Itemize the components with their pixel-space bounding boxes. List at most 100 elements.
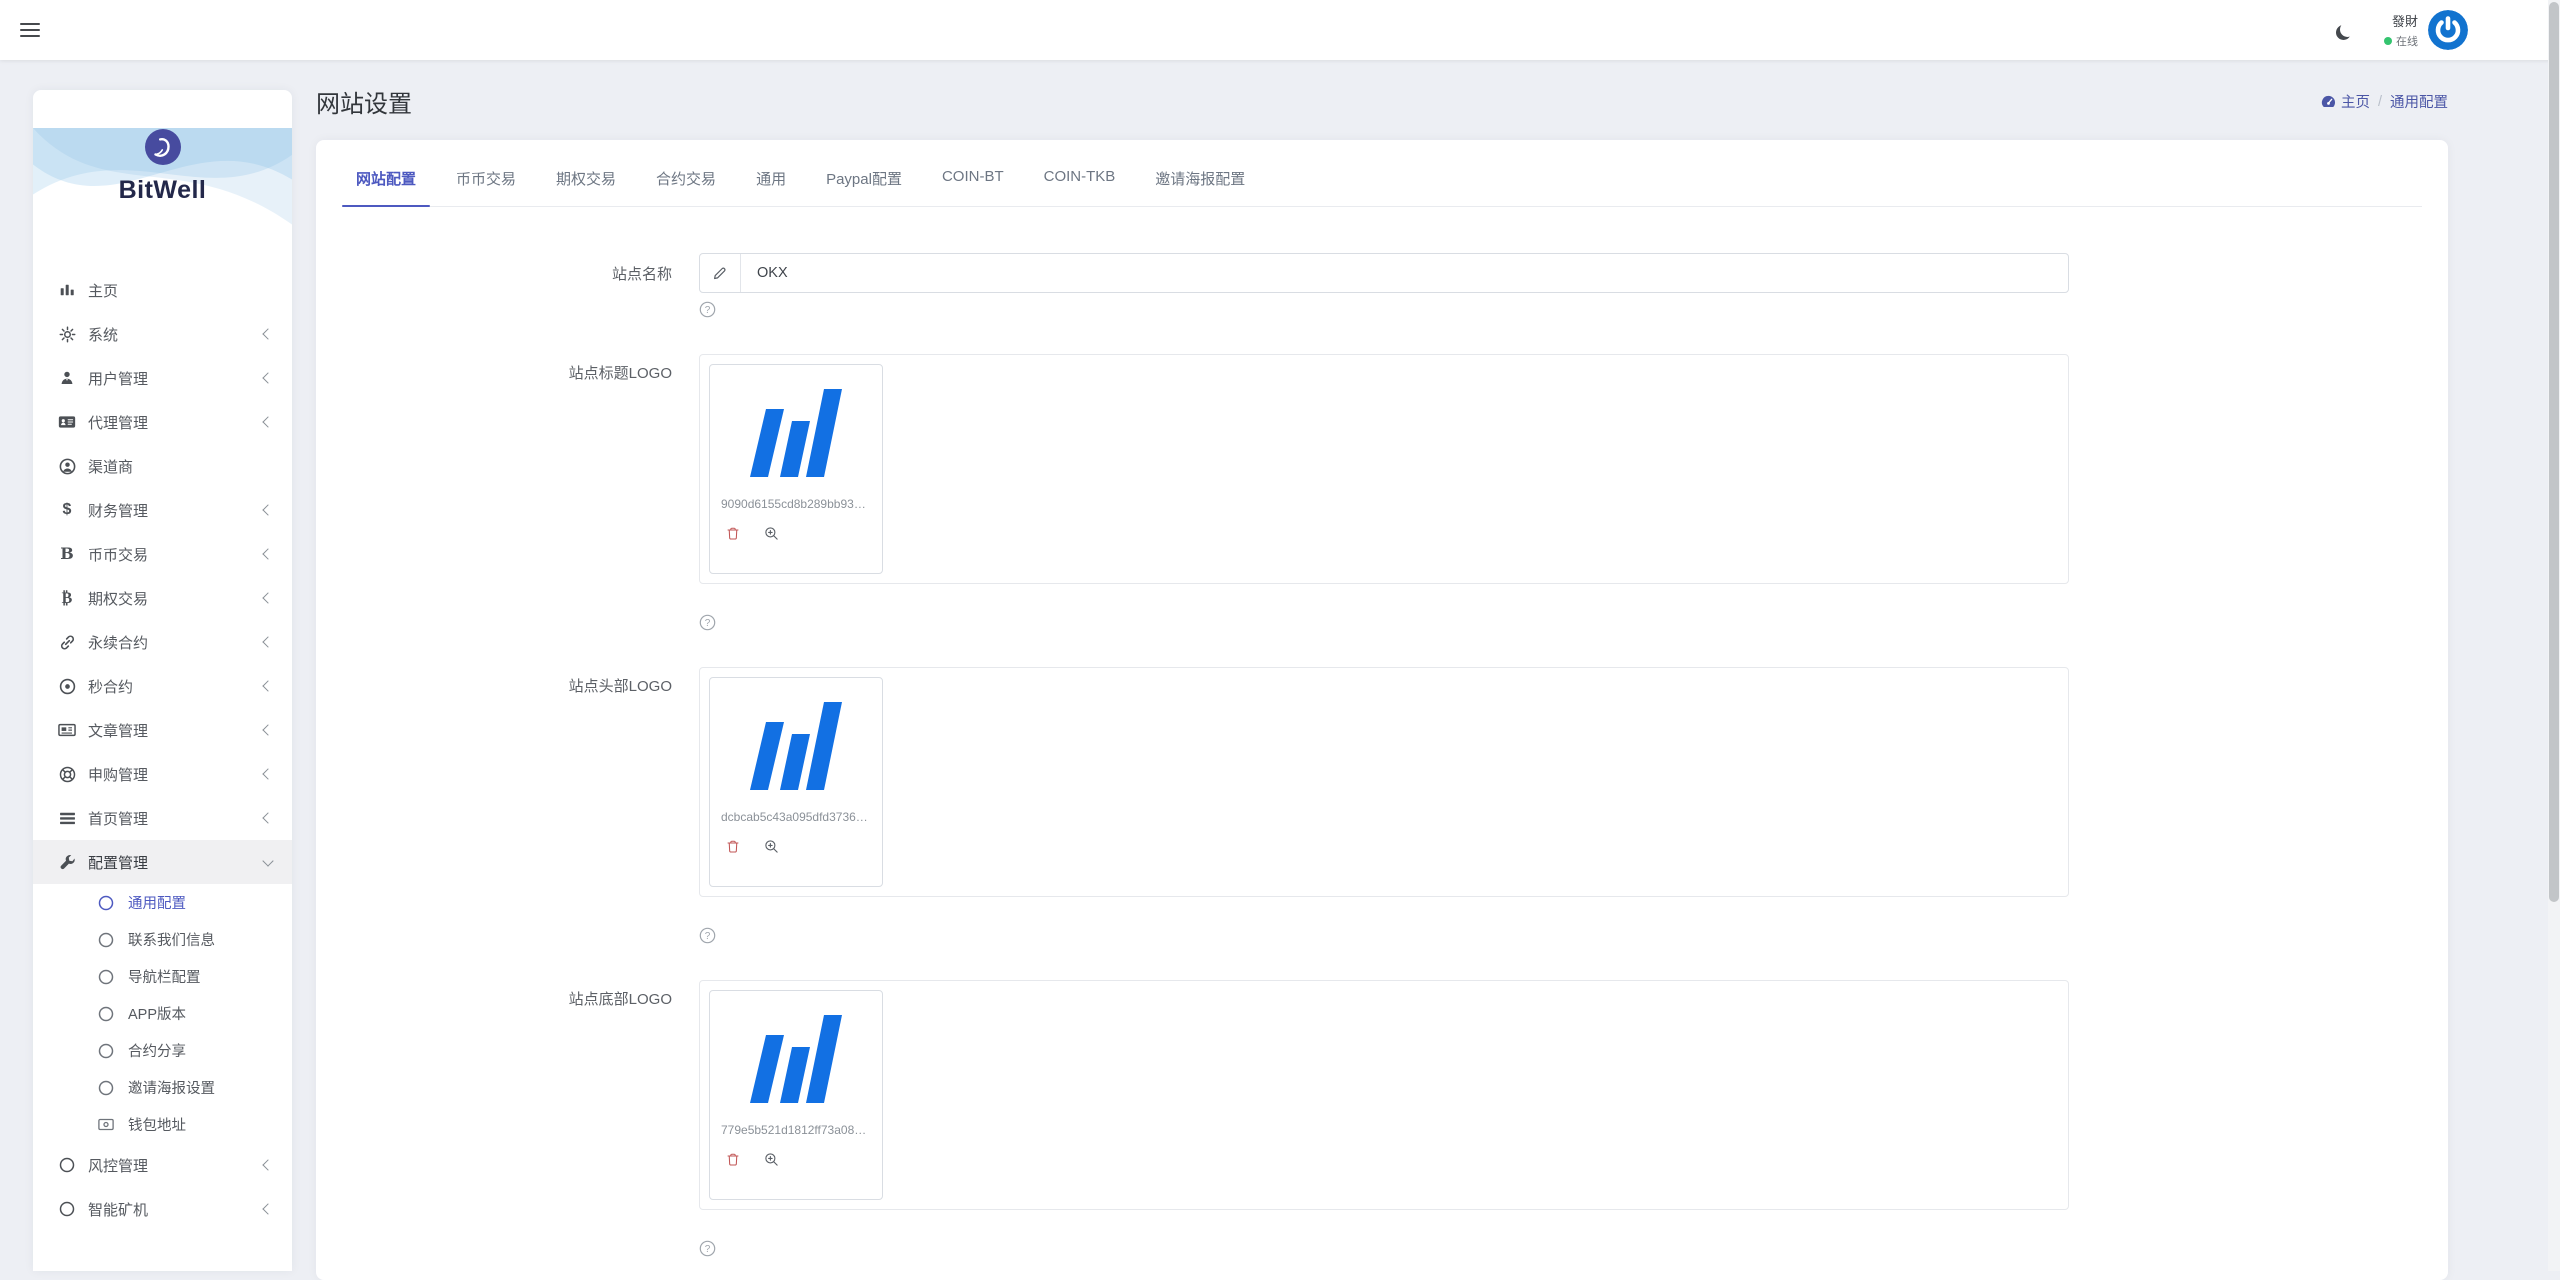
help-icon[interactable]: ? <box>699 927 716 944</box>
sidebar-item-12[interactable]: 首页管理 <box>33 796 292 840</box>
zoom-in-icon <box>764 526 779 541</box>
sidebar-subitem-4[interactable]: 合约分享 <box>33 1032 292 1069</box>
menu-toggle-button[interactable] <box>20 23 40 37</box>
circle-icon <box>98 969 114 985</box>
help-icon[interactable]: ? <box>699 614 716 631</box>
sidebar-item-7[interactable]: ₿ 期权交易 <box>33 576 292 620</box>
online-status-dot <box>2384 37 2392 45</box>
sidebar-item-14[interactable]: 风控管理 <box>33 1143 292 1187</box>
circle-icon <box>98 895 114 911</box>
circle-dot-icon <box>57 678 77 695</box>
id-card-icon <box>57 414 77 430</box>
logo-upload-card: 779e5b521d1812ff73a08de... <box>709 990 883 1200</box>
logo-upload-row: 站点标题LOGO 9090d6155cd8b289bb93e6... <box>342 354 2422 584</box>
sidebar-item-label: 财务管理 <box>88 500 264 521</box>
chevron-icon <box>262 416 273 427</box>
brand-name: BitWell <box>33 176 292 205</box>
sidebar-item-2[interactable]: 用户管理 <box>33 356 292 400</box>
sidebar-subitem-5[interactable]: 邀请海报设置 <box>33 1069 292 1106</box>
site-name-label: 站点名称 <box>342 263 699 284</box>
logo-filename: 9090d6155cd8b289bb93e6... <box>721 497 871 511</box>
tab-bar: 网站配置币币交易期权交易合约交易通用 Paypal配置 COIN-BT COIN-TK… <box>342 140 2422 207</box>
sidebar-item-13[interactable]: 配置管理 <box>33 840 292 884</box>
chevron-icon <box>262 1159 273 1170</box>
tab-3[interactable]: 合约交易 <box>642 168 730 206</box>
sidebar-menu: 主页 系统 用户管理 代理管理 渠道商 $ 财务管理 B 币币交易 ₿ 期权交易… <box>33 246 292 1231</box>
trash-icon <box>726 839 740 854</box>
site-logo-image <box>746 1011 846 1107</box>
preview-logo-button[interactable] <box>764 1152 779 1167</box>
sidebar-subitem-0[interactable]: 通用配置 <box>33 884 292 921</box>
delete-logo-button[interactable] <box>726 526 740 541</box>
circle-icon <box>98 1080 114 1096</box>
sidebar-item-0[interactable]: 主页 <box>33 268 292 312</box>
tab-4[interactable]: 通用 <box>742 168 800 206</box>
avatar[interactable] <box>2428 10 2468 50</box>
chevron-icon <box>262 592 273 603</box>
sidebar-item-5[interactable]: $ 财务管理 <box>33 488 292 532</box>
sidebar-subitem-2[interactable]: 导航栏配置 <box>33 958 292 995</box>
page-scrollbar-thumb[interactable] <box>2549 2 2559 902</box>
chevron-icon <box>262 768 273 779</box>
sidebar-subitem-6[interactable]: 钱包地址 <box>33 1106 292 1143</box>
topbar: 發財 在线 <box>0 0 2560 60</box>
logo-upload-row: 站点头部LOGO dcbcab5c43a095dfd373644... <box>342 667 2422 897</box>
logo-filename: dcbcab5c43a095dfd373644... <box>721 810 871 824</box>
sidebar-subitem-1[interactable]: 联系我们信息 <box>33 921 292 958</box>
chevron-icon <box>262 855 273 866</box>
sidebar-item-3[interactable]: 代理管理 <box>33 400 292 444</box>
preview-logo-button[interactable] <box>764 526 779 541</box>
gear-icon <box>57 326 77 343</box>
dollar-icon: $ <box>57 502 77 518</box>
chevron-icon <box>262 328 273 339</box>
circle-icon <box>98 932 114 948</box>
tab-6[interactable]: COIN-BT <box>928 168 1018 206</box>
delete-logo-button[interactable] <box>726 839 740 854</box>
sidebar-item-1[interactable]: 系统 <box>33 312 292 356</box>
sidebar-item-4[interactable]: 渠道商 <box>33 444 292 488</box>
breadcrumb-home-link[interactable]: 主页 <box>2321 91 2370 112</box>
sidebar-item-9[interactable]: 秒合约 <box>33 664 292 708</box>
delete-logo-button[interactable] <box>726 1152 740 1167</box>
tab-1[interactable]: 币币交易 <box>442 168 530 206</box>
tab-8[interactable]: 邀请海报配置 <box>1141 168 1259 206</box>
tab-7[interactable]: COIN-TKB <box>1030 168 1130 206</box>
sidebar-item-8[interactable]: 永续合约 <box>33 620 292 664</box>
logo-label: 站点标题LOGO <box>342 354 699 584</box>
chevron-icon <box>262 372 273 383</box>
sidebar-subitem-label: APP版本 <box>128 1003 186 1024</box>
wrench-icon <box>57 854 77 871</box>
sidebar-item-10[interactable]: 文章管理 <box>33 708 292 752</box>
sidebar-item-6[interactable]: B 币币交易 <box>33 532 292 576</box>
logo-label: 站点头部LOGO <box>342 667 699 897</box>
dark-mode-toggle[interactable] <box>2334 19 2356 41</box>
dashboard-icon <box>2321 95 2336 109</box>
sidebar-item-15[interactable]: 智能矿机 <box>33 1187 292 1231</box>
trash-icon <box>726 1152 740 1167</box>
tab-0[interactable]: 网站配置 <box>342 168 430 206</box>
sidebar-item-label: 期权交易 <box>88 588 264 609</box>
help-icon[interactable]: ? <box>699 1240 716 1257</box>
sidebar-item-label: 系统 <box>88 324 264 345</box>
help-icon[interactable]: ? <box>699 301 716 318</box>
site-name-input[interactable] <box>741 254 2068 292</box>
sidebar-subitem-label: 合约分享 <box>128 1040 186 1061</box>
trash-icon <box>726 526 740 541</box>
chevron-icon <box>262 1203 273 1214</box>
sidebar-item-11[interactable]: 申购管理 <box>33 752 292 796</box>
letter-b-icon: B <box>57 546 77 562</box>
input-addon <box>700 254 741 292</box>
sidebar-subitem-3[interactable]: APP版本 <box>33 995 292 1032</box>
tab-5[interactable]: Paypal配置 <box>812 168 916 206</box>
pencil-icon <box>712 265 728 281</box>
chevron-icon <box>262 548 273 559</box>
user-circle-icon <box>57 458 77 475</box>
svg-text:?: ? <box>705 305 711 316</box>
preview-logo-button[interactable] <box>764 839 779 854</box>
logo-upload-box: dcbcab5c43a095dfd373644... <box>699 667 2069 897</box>
logo-upload-box: 9090d6155cd8b289bb93e6... <box>699 354 2069 584</box>
tab-2[interactable]: 期权交易 <box>542 168 630 206</box>
logo-label: 站点底部LOGO <box>342 980 699 1210</box>
sidebar-item-label: 秒合约 <box>88 676 264 697</box>
sidebar-item-label: 永续合约 <box>88 632 264 653</box>
